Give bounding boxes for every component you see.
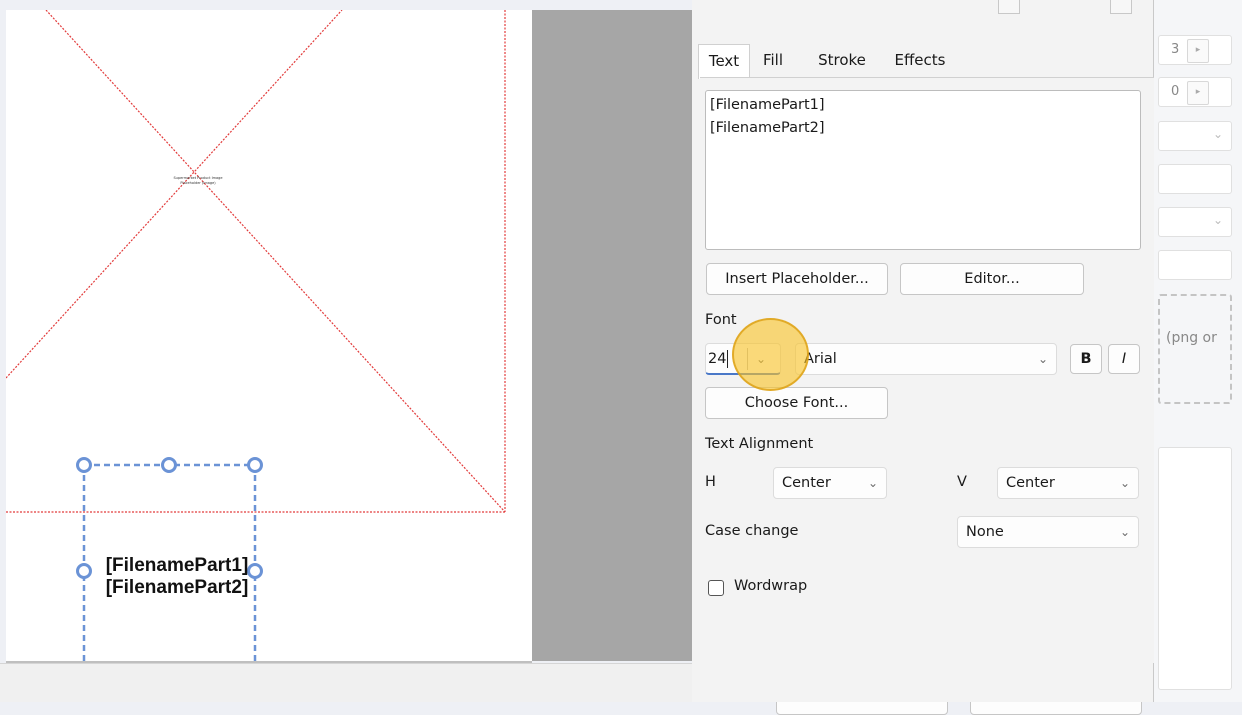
chevron-down-icon: ⌄ (1119, 476, 1130, 490)
text-content-line-2: [FilenamePart2] (710, 120, 825, 136)
guide-diagonal-left (6, 10, 343, 379)
bg-drop-hint: (png or (1166, 330, 1217, 346)
tab-fill[interactable]: Fill (752, 44, 794, 78)
bg-text-field-2[interactable] (1158, 250, 1232, 280)
text-content-area[interactable]: [FilenamePart1] [FilenamePart2] (705, 90, 1141, 250)
italic-button[interactable]: I (1108, 344, 1140, 374)
editor-button[interactable]: Editor... (900, 263, 1084, 295)
guide-diagonal-right (45, 10, 506, 513)
font-family-combo[interactable]: Arial ⌄ (795, 343, 1057, 375)
case-change-label: Case change (705, 523, 799, 539)
tab-stroke[interactable]: Stroke (808, 44, 876, 78)
text-content-line-1: [FilenamePart1] (710, 97, 825, 113)
click-highlight (732, 318, 809, 391)
bg-drop-zone[interactable]: (png or (1158, 294, 1232, 404)
chevron-down-icon: ⌄ (1212, 127, 1223, 141)
image-placeholder-caption: Supermarket Product Image Placeholder (I… (156, 176, 240, 185)
text-element-line-1: [FilenamePart1] (105, 555, 249, 576)
resize-handle-top-right[interactable] (247, 457, 263, 473)
bg-spin-field-1[interactable]: 3 ▸ (1158, 35, 1232, 65)
design-canvas[interactable]: Supermarket Product Image Placeholder (I… (6, 10, 532, 661)
resize-handle-top-center[interactable] (161, 457, 177, 473)
chevron-down-icon: ⌄ (867, 476, 878, 490)
resize-handle-top-left[interactable] (76, 457, 92, 473)
text-element-line-2: [FilenamePart2] (105, 577, 249, 598)
insert-placeholder-button[interactable]: Insert Placeholder... (706, 263, 888, 295)
v-label: V (957, 474, 967, 490)
background-window: 3 ▸ 0 ▸ ⌄ ⌄ (png or (1154, 0, 1242, 702)
case-change-value: None (966, 524, 1004, 540)
bg-panel (1158, 447, 1232, 690)
h-label: H (705, 474, 716, 490)
chevron-down-icon: ⌄ (1119, 525, 1130, 539)
bg-text-field[interactable] (1158, 164, 1232, 194)
tab-text[interactable]: Text (698, 44, 750, 79)
caption-line-2: Placeholder (Image) (180, 180, 216, 185)
bg-dropdown-1[interactable]: ⌄ (1158, 121, 1232, 151)
bg-dropdown-2[interactable]: ⌄ (1158, 207, 1232, 237)
vertical-align-combo[interactable]: Center ⌄ (997, 467, 1139, 499)
text-cursor (727, 350, 729, 368)
wordwrap-label[interactable]: Wordwrap (734, 578, 807, 594)
horizontal-align-value: Center (782, 475, 831, 491)
chevron-down-icon: ⌄ (1037, 352, 1048, 366)
tab-effects[interactable]: Effects (882, 44, 958, 78)
canvas-gutter (532, 10, 692, 661)
chevron-down-icon: ⌄ (1212, 213, 1223, 227)
font-size-value: 24 (708, 351, 727, 367)
horizontal-align-combo[interactable]: Center ⌄ (773, 467, 887, 499)
chevron-right-icon[interactable]: ▸ (1187, 81, 1209, 105)
font-label: Font (705, 312, 737, 328)
case-change-combo[interactable]: None ⌄ (957, 516, 1139, 548)
text-element[interactable]: [FilenamePart1] [FilenamePart2] (84, 555, 270, 599)
vertical-align-value: Center (1006, 475, 1055, 491)
top-toolbar-control-2[interactable] (1110, 0, 1132, 14)
text-alignment-label: Text Alignment (705, 436, 814, 452)
bold-button[interactable]: B (1070, 344, 1102, 374)
wordwrap-checkbox[interactable] (708, 580, 724, 596)
bg-spin-field-2[interactable]: 0 ▸ (1158, 77, 1232, 107)
top-toolbar-control-1[interactable] (998, 0, 1020, 14)
chevron-right-icon[interactable]: ▸ (1187, 39, 1209, 63)
bg-spin-value-1: 3 (1171, 42, 1180, 57)
bg-spin-value-2: 0 (1171, 84, 1180, 99)
choose-font-button[interactable]: Choose Font... (705, 387, 888, 419)
